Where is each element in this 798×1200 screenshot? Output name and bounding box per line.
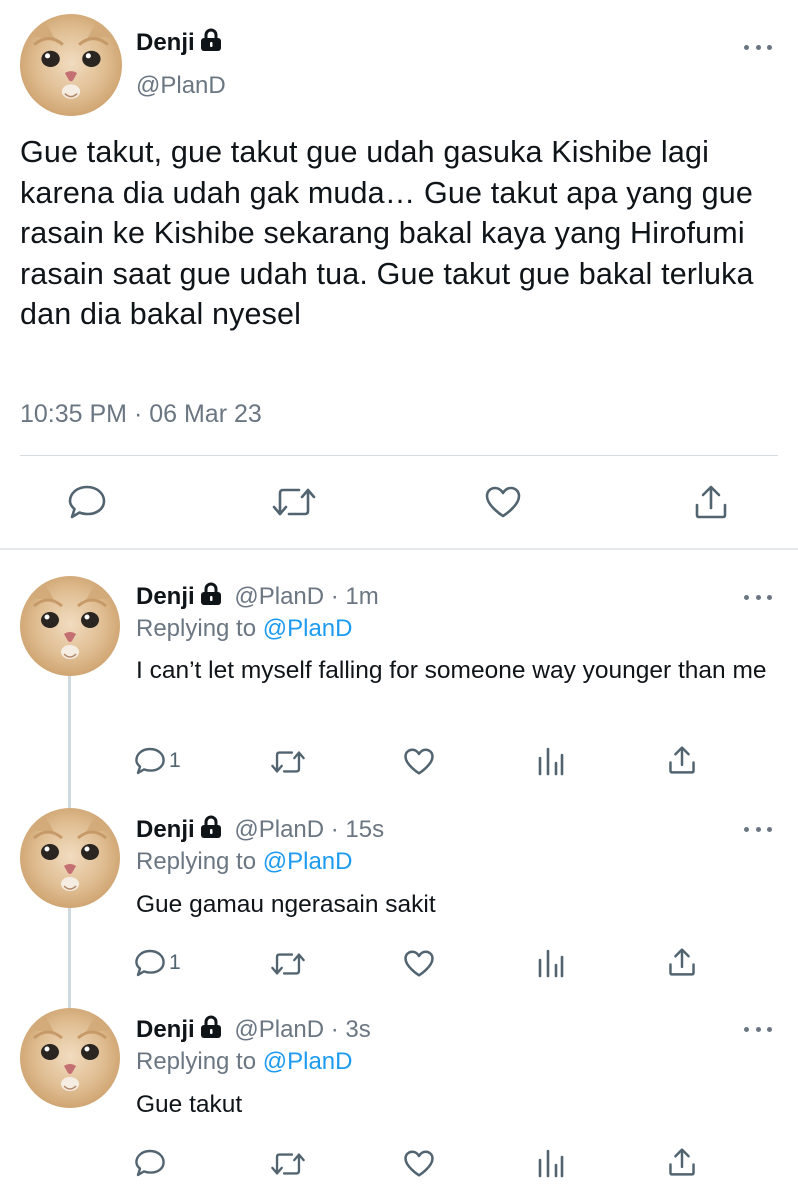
display-name: Denji [136, 29, 195, 56]
analytics-button[interactable] [537, 746, 565, 776]
share-icon [695, 485, 727, 519]
retweet-icon [271, 751, 305, 773]
share-button[interactable] [694, 484, 728, 520]
reply-button[interactable] [134, 1148, 169, 1178]
reply-count: 1 [169, 951, 181, 974]
replying-to: Replying to @PlanD [136, 1048, 352, 1076]
reply-text: Gue takut [136, 1091, 243, 1118]
handle[interactable]: @PlanD [234, 1016, 324, 1043]
display-name[interactable]: Denji [136, 1016, 195, 1043]
reply-button[interactable]: 1 [134, 746, 181, 776]
like-icon [404, 1150, 434, 1177]
analytics-button[interactable] [537, 1148, 565, 1178]
analytics-button[interactable] [537, 948, 565, 978]
like-button[interactable] [484, 485, 522, 519]
share-button[interactable] [668, 745, 696, 775]
more-options-icon[interactable] [744, 590, 772, 604]
retweet-button[interactable] [271, 486, 317, 518]
more-options-icon[interactable] [744, 822, 772, 836]
retweet-button[interactable] [270, 749, 306, 775]
mention-link[interactable]: @PlanD [263, 615, 353, 642]
display-name[interactable]: Denji [136, 583, 195, 610]
reply-time[interactable]: 3s [345, 1016, 370, 1043]
reply-icon [135, 1149, 165, 1177]
tweet-timestamp[interactable]: 10:35 PM · 06 Mar 23 [20, 400, 262, 429]
reply-count: 1 [169, 749, 181, 772]
reply-text: I can’t let myself falling for someone w… [136, 657, 767, 684]
separator-dot: · [324, 1016, 346, 1043]
reply-text: Gue gamau ngerasain sakit [136, 891, 436, 918]
more-options-icon[interactable] [744, 1022, 772, 1036]
reply-button[interactable] [67, 484, 107, 520]
reply-header: Denji @PlanD · 15s [136, 815, 384, 844]
lock-icon [200, 28, 221, 51]
replying-to-label: Replying to [136, 615, 257, 642]
reply-button[interactable]: 1 [134, 948, 181, 978]
share-icon [669, 746, 695, 774]
divider [20, 455, 778, 456]
main-author-handle[interactable]: @PlanD [136, 72, 226, 100]
main-author-name[interactable]: Denji [136, 28, 222, 57]
cat-avatar-image [20, 1008, 120, 1108]
like-button[interactable] [403, 949, 435, 978]
like-button[interactable] [403, 747, 435, 776]
reply-header: Denji @PlanD · 1m [136, 582, 379, 611]
lock-icon [200, 1015, 221, 1038]
separator-dot: · [324, 583, 346, 610]
share-icon [669, 948, 695, 976]
reply-icon [135, 949, 165, 977]
reply-icon [68, 485, 106, 519]
retweet-icon [271, 953, 305, 975]
reply-header: Denji @PlanD · 3s [136, 1015, 371, 1044]
tweet-text: Gue takut, gue takut gue udah gasuka Kis… [20, 135, 754, 331]
replying-to-label: Replying to [136, 848, 257, 875]
avatar[interactable] [20, 576, 120, 676]
replying-to-label: Replying to [136, 1048, 257, 1075]
like-button[interactable] [403, 1149, 435, 1178]
reply-icon [135, 747, 165, 775]
reply-time[interactable]: 15s [345, 816, 384, 843]
retweet-button[interactable] [270, 1151, 306, 1177]
display-name[interactable]: Denji [136, 816, 195, 843]
analytics-icon [538, 747, 564, 776]
lock-icon [200, 582, 221, 605]
analytics-icon [538, 1149, 564, 1178]
share-button[interactable] [668, 1147, 696, 1177]
like-icon [404, 950, 434, 977]
mention-link[interactable]: @PlanD [263, 1048, 353, 1075]
reply-time[interactable]: 1m [345, 583, 378, 610]
lock-icon [200, 815, 221, 838]
handle[interactable]: @PlanD [234, 816, 324, 843]
avatar[interactable] [20, 14, 122, 116]
cat-avatar-image [20, 808, 120, 908]
section-divider [0, 548, 798, 550]
replying-to: Replying to @PlanD [136, 615, 352, 643]
avatar[interactable] [20, 808, 120, 908]
like-icon [485, 486, 521, 518]
separator-dot: · [324, 816, 346, 843]
handle[interactable]: @PlanD [234, 583, 324, 610]
like-icon [404, 748, 434, 775]
avatar[interactable] [20, 1008, 120, 1108]
replying-to: Replying to @PlanD [136, 848, 352, 876]
cat-avatar-image [20, 576, 120, 676]
cat-avatar-image [20, 14, 122, 116]
retweet-icon [271, 1153, 305, 1175]
share-icon [669, 1148, 695, 1176]
retweet-button[interactable] [270, 951, 306, 977]
mention-link[interactable]: @PlanD [263, 848, 353, 875]
more-options-icon[interactable] [744, 40, 772, 54]
share-button[interactable] [668, 947, 696, 977]
analytics-icon [538, 949, 564, 978]
retweet-icon [272, 488, 316, 516]
